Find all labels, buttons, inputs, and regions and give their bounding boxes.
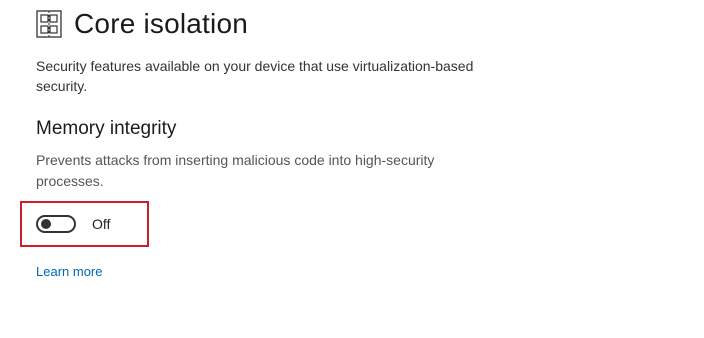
page-header: Core isolation: [36, 6, 248, 42]
intro-description: Security features available on your devi…: [36, 58, 474, 94]
toggle-switch[interactable]: [36, 215, 76, 233]
core-isolation-icon: [36, 10, 62, 38]
toggle-state-label: Off: [92, 216, 111, 232]
memory-integrity-description: Prevents attacks from inserting maliciou…: [36, 152, 435, 189]
memory-integrity-heading: Memory integrity: [36, 118, 177, 139]
core-isolation-page: Core isolation Security features availab…: [0, 0, 704, 338]
learn-more-link[interactable]: Learn more: [36, 264, 102, 279]
page-title: Core isolation: [74, 8, 248, 39]
memory-integrity-toggle[interactable]: Off: [36, 215, 110, 233]
toggle-knob: [41, 219, 51, 229]
